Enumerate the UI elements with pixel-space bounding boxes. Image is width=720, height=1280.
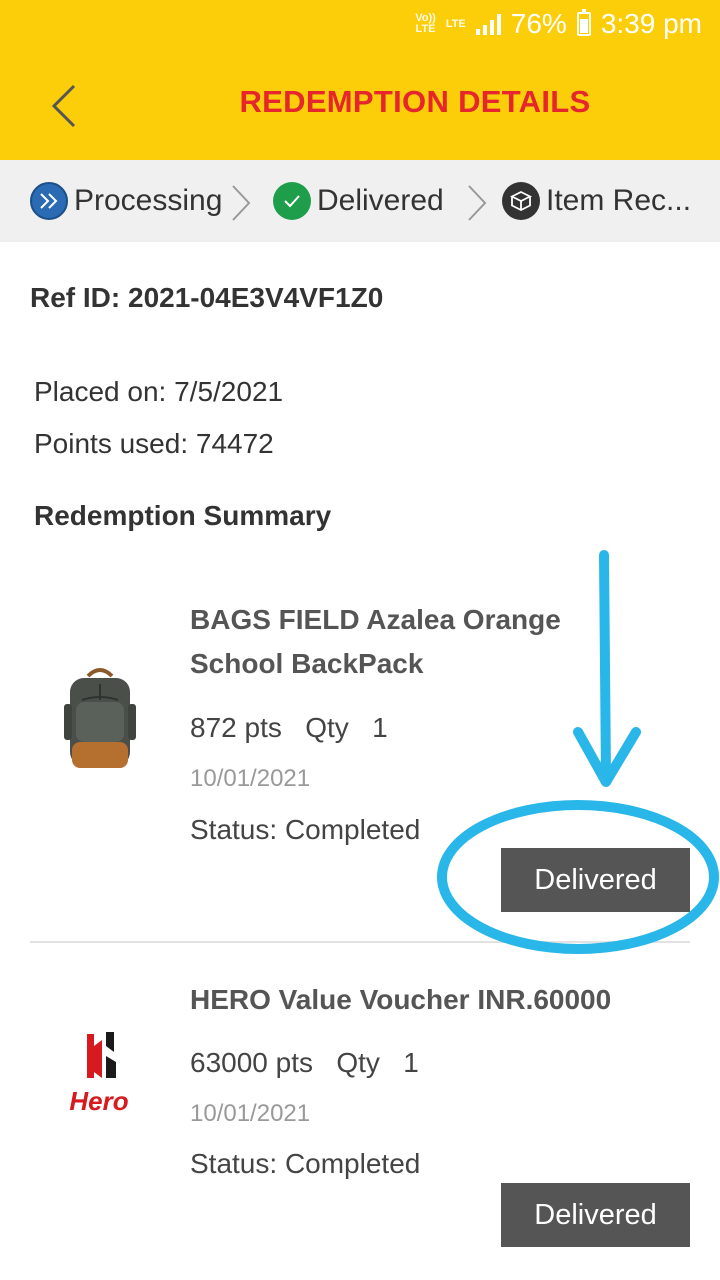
- ref-id: Ref ID: 2021-04E3V4VF1Z0: [30, 282, 384, 313]
- hero-logo-text: Hero: [69, 1086, 129, 1116]
- chevron-right-icon: [468, 185, 487, 221]
- points-used: Points used: 74472: [34, 428, 274, 459]
- delivered-button[interactable]: Delivered: [501, 848, 690, 912]
- summary-heading: Redemption Summary: [34, 500, 332, 531]
- progress-steps: Processing Delivered Item Rec...: [0, 160, 720, 242]
- step-label: Processing: [74, 184, 223, 217]
- step-processing: Processing: [30, 182, 222, 220]
- annotation-arrow-head: [573, 727, 641, 787]
- step-label: Delivered: [317, 184, 444, 217]
- item-date: 10/01/2021: [190, 1100, 311, 1127]
- item-points: 872 pts: [190, 712, 282, 743]
- item-date: 10/01/2021: [190, 765, 311, 792]
- page-title: REDEMPTION DETAILS: [239, 84, 591, 119]
- box-icon: [502, 182, 540, 220]
- divider: [30, 941, 690, 943]
- item-points-qty: 872 pts Qty 1: [190, 712, 388, 744]
- item-name: HERO Value Voucher INR.60000: [190, 984, 612, 1015]
- double-chevron-icon: [30, 182, 68, 220]
- qty-value: 1: [403, 1047, 419, 1078]
- check-icon: [273, 182, 311, 220]
- step-label: Item Rec...: [546, 184, 692, 217]
- battery-icon: [576, 9, 591, 36]
- clock: 3:39 pm: [600, 8, 702, 39]
- item-name-line: School BackPack: [190, 648, 424, 679]
- placed-on: Placed on: 7/5/2021: [34, 376, 284, 407]
- volte-indicator: Vo)) LTE: [415, 12, 436, 35]
- item-status: Status: Completed: [190, 1148, 421, 1179]
- step-delivered: Delivered: [273, 182, 444, 220]
- backpack-image: [64, 668, 136, 768]
- delivered-button[interactable]: Delivered: [501, 1183, 690, 1247]
- signal-icon: [475, 13, 501, 35]
- item-points: 63000 pts: [190, 1047, 313, 1078]
- step-item-received: Item Rec...: [502, 182, 691, 220]
- hero-logo-mark: [87, 1032, 116, 1078]
- item-name: BAGS FIELD Azalea Orange School BackPack: [190, 598, 561, 686]
- battery-percent: 76%: [510, 8, 567, 39]
- item-points-qty: 63000 pts Qty 1: [190, 1047, 419, 1079]
- app-header: Vo)) LTE LTE 76% 3:39 pm REDEMPTION DETAI…: [0, 0, 720, 160]
- item-status: Status: Completed: [190, 814, 421, 845]
- lte-indicator: LTE: [445, 17, 466, 30]
- annotation-arrow-shaft: [599, 550, 611, 783]
- hero-logo: Hero: [54, 1030, 144, 1120]
- qty-label: Qty: [305, 712, 349, 743]
- qty-label: Qty: [336, 1047, 380, 1078]
- item-name-line: BAGS FIELD Azalea Orange: [190, 604, 561, 635]
- status-bar: Vo)) LTE LTE 76% 3:39 pm: [415, 6, 702, 42]
- qty-value: 1: [372, 712, 388, 743]
- chevron-right-icon: [232, 185, 251, 221]
